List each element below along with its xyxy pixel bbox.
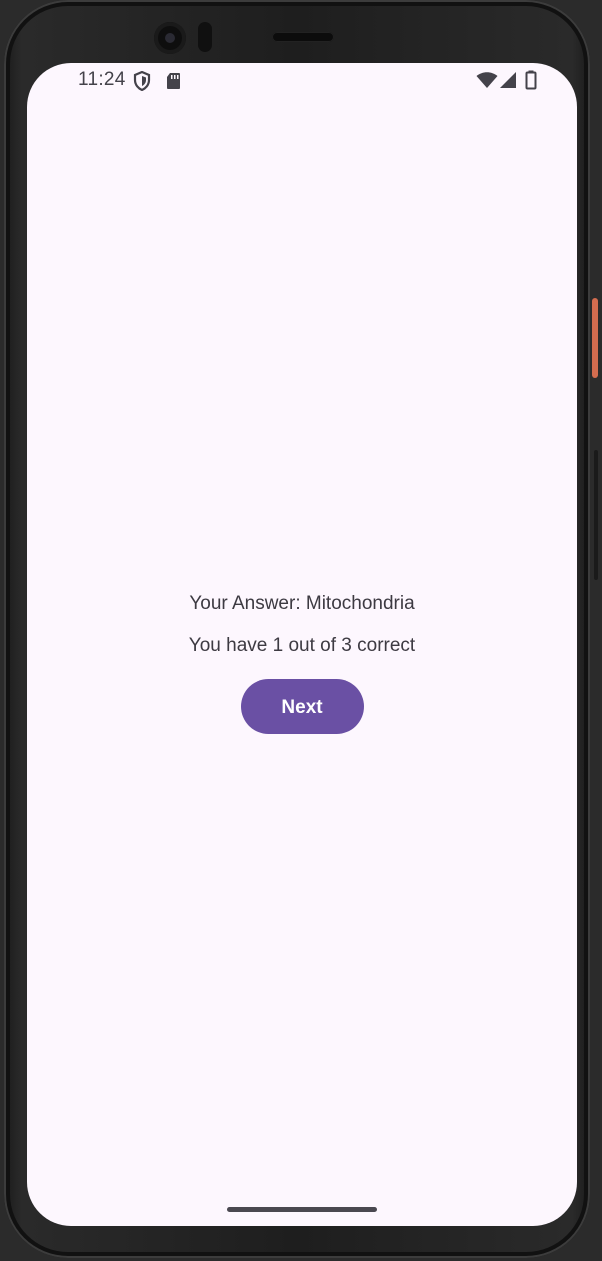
score-text: You have 1 out of 3 correct [188, 635, 416, 656]
volume-button [594, 450, 598, 580]
app-screen: 11:24 Your Answer: Mitochondria You have… [27, 63, 577, 1226]
power-button [592, 298, 598, 378]
next-button[interactable]: Next [240, 679, 364, 734]
home-indicator[interactable] [227, 1207, 377, 1212]
result-content: Your Answer: Mitochondria You have 1 out… [27, 590, 577, 734]
earpiece-speaker [272, 32, 334, 42]
status-bar: 11:24 [27, 63, 577, 97]
wifi-icon [476, 72, 498, 94]
status-time: 11:24 [78, 69, 126, 90]
sd-card-icon [166, 72, 181, 95]
battery-icon [525, 70, 537, 95]
phone-frame: 11:24 Your Answer: Mitochondria You have… [4, 0, 590, 1258]
signal-icon [499, 71, 517, 94]
your-answer-text: Your Answer: Mitochondria [189, 593, 415, 614]
front-camera [154, 22, 186, 54]
shield-icon [133, 70, 151, 96]
proximity-sensor [198, 22, 212, 52]
